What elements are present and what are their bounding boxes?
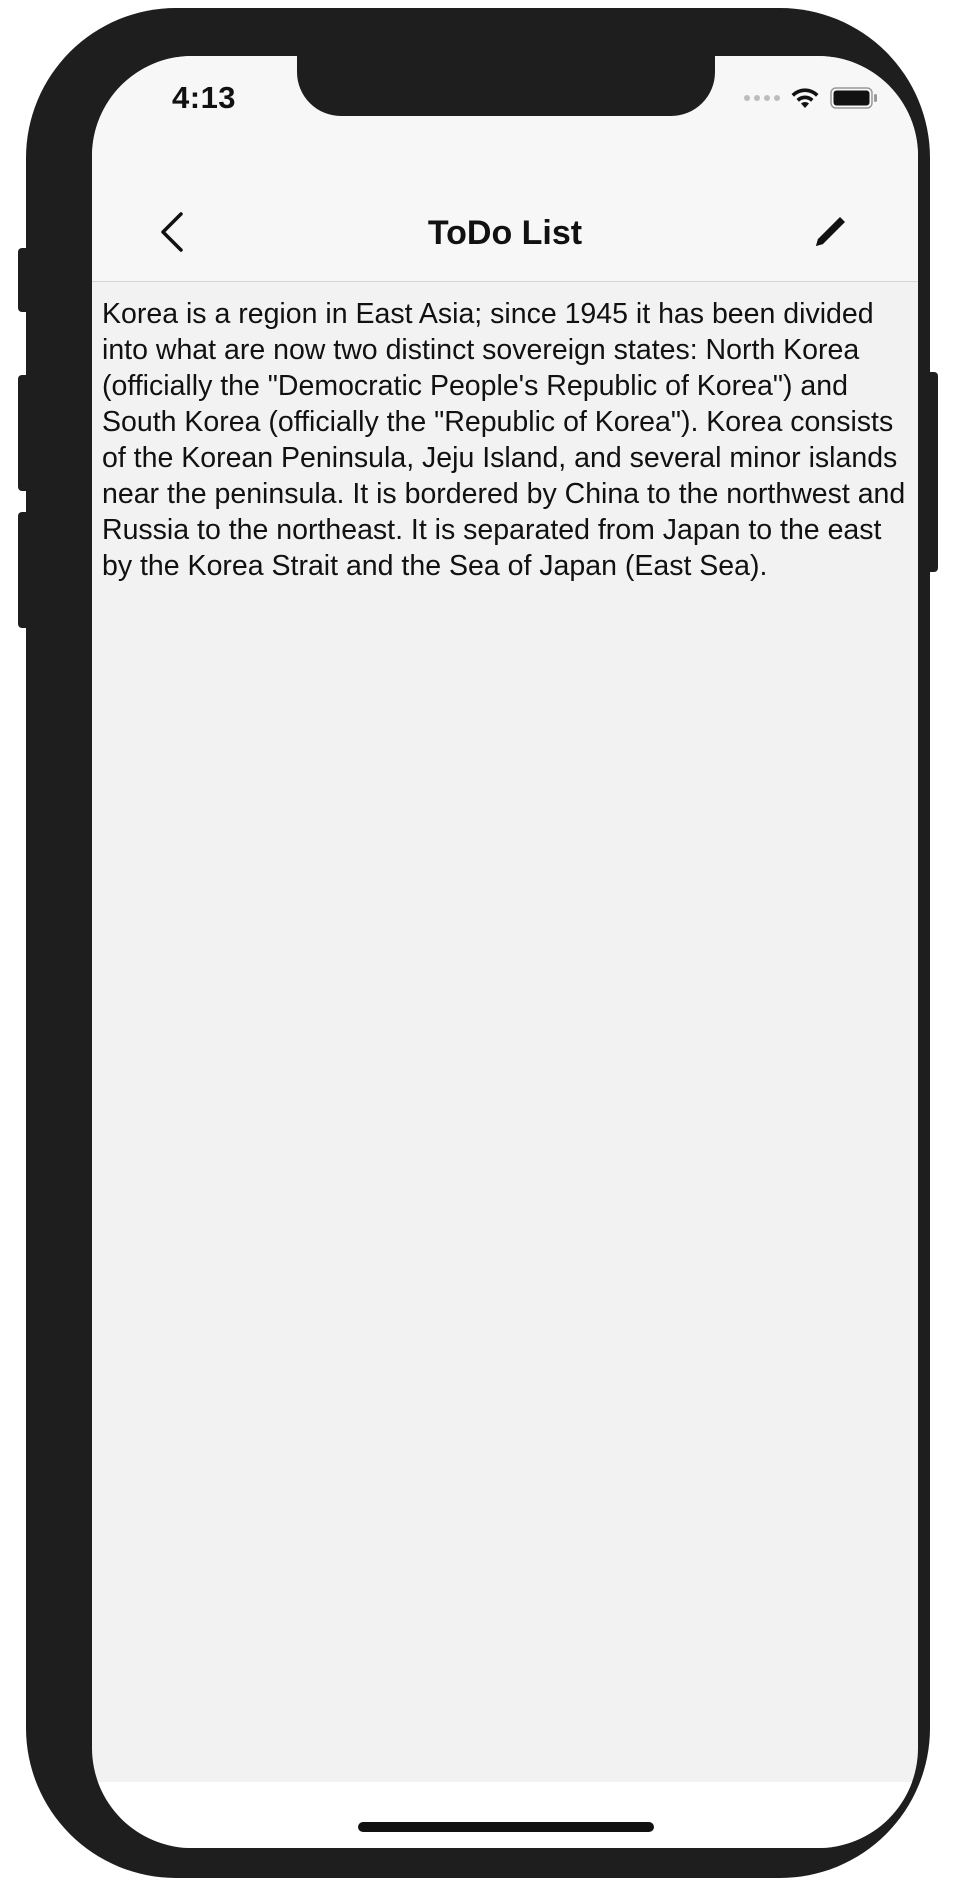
notch [297, 56, 715, 116]
status-time: 4:13 [172, 80, 237, 115]
status-icons [744, 86, 878, 110]
home-indicator[interactable] [358, 1822, 654, 1832]
pencil-icon [816, 217, 845, 246]
page-title: ToDo List [427, 214, 583, 252]
wifi-icon [791, 88, 819, 108]
cellular-signal-icon [744, 95, 780, 101]
edit-button[interactable] [806, 208, 854, 256]
battery-icon [830, 87, 877, 109]
screen: 4:13 ToDo List Korea is a region in East… [92, 56, 918, 1848]
navigation-bar: ToDo List [92, 156, 918, 282]
device-stage: 4:13 ToDo List Korea is a region in East… [0, 0, 959, 1884]
phone-frame: 4:13 ToDo List Korea is a region in East… [26, 8, 930, 1878]
home-indicator-area [92, 1782, 918, 1848]
note-text[interactable]: Korea is a region in East Asia; since 19… [102, 296, 908, 584]
